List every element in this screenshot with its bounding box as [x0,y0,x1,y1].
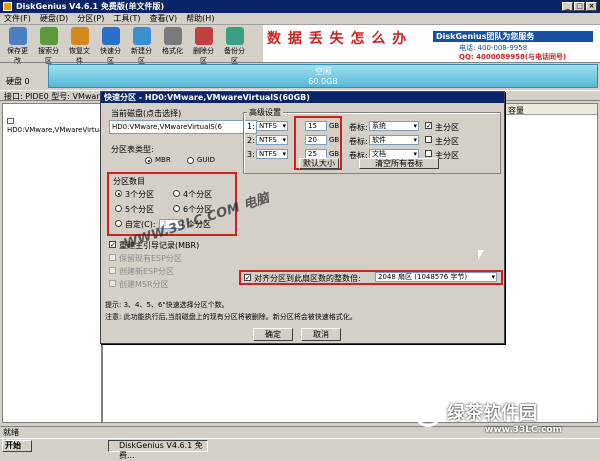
create-msr-checkbox[interactable] [109,280,116,287]
minimize-button[interactable]: _ [562,2,573,11]
guid-label: GUID [197,156,216,164]
menu-disk[interactable]: 硬盘(D) [40,14,68,23]
current-disk-label: 当前磁盘(点击选择) [111,109,182,118]
mouse-cursor-icon [478,250,484,260]
mbr-radio[interactable] [145,157,152,164]
column-capacity[interactable]: 容量 [508,105,524,116]
recover-icon [70,27,89,45]
disk-bar-status: 空闲 [315,67,331,76]
advanced-settings-title: 高级设置 [247,107,283,118]
search-partition-button[interactable]: 搜索分区 [35,27,62,66]
row-2-vol-select[interactable]: 软件 [369,135,419,145]
row-3-fs-select[interactable]: NTFS [256,149,288,159]
new-esp-checkbox[interactable] [109,267,116,274]
cancel-button[interactable]: 取消 [301,328,341,341]
row-2-primary-checkbox[interactable] [425,136,432,143]
row-1-fs-select[interactable]: NTFS [256,121,288,131]
menu-bar: 文件(F) 硬盘(D) 分区(P) 工具(T) 查看(V) 帮助(H) [0,13,600,25]
logo-url: www.33LC.com [485,425,562,435]
ad-banner[interactable]: 数 据 丢 失 怎 么 办 DiskGenius团队为您服务 电话: 400-0… [263,25,600,62]
search-icon [39,27,58,45]
app-icon [3,2,12,11]
create-msr-label: 创建MSR分区 [119,280,169,289]
keep-esp-checkbox[interactable] [109,254,116,261]
row-1-vol-select[interactable]: 系统 [369,121,419,131]
mbr-label: MBR [155,156,171,164]
clear-labels-button[interactable]: 清空所有卷标 [359,158,439,169]
tip-line-1: 提示: 3、4、5、6"快速选择分区个数。 [105,301,229,309]
tree-item-disk[interactable]: HD0:VMware,VMwareVirtualS [7,118,110,134]
taskbar-item-diskgenius[interactable]: DiskGenius V4.6.1 免费... [108,440,208,460]
count-4-label: 4个分区 [183,190,213,199]
disk-label: 硬盘 0 [6,77,30,86]
recover-files-button[interactable]: 恢复文件 [66,27,93,66]
table-type-label: 分区表类型: [111,145,154,154]
count-6-radio[interactable] [173,205,180,212]
format-button[interactable]: 格式化 [159,27,186,56]
align-label: 对齐分区到此扇区数的整数倍: [254,274,361,283]
disk-tree-pane: HD0:VMware,VMwareVirtualS [2,103,110,423]
banner-brand: DiskGenius团队为您服务 [433,31,593,42]
row-2-fs-select[interactable]: NTFS [256,135,288,145]
disk-icon [7,118,14,124]
quick-partition-icon [101,27,120,45]
row-2-vol-label: 卷标: [349,137,368,146]
row-3-number: 3: [247,150,255,159]
count-3-radio[interactable] [115,190,122,197]
new-esp-label: 创建新ESP分区 [119,267,174,276]
delete-partition-button[interactable]: 删除分区 [190,27,217,66]
menu-tools[interactable]: 工具(T) [113,14,140,23]
save-icon [8,27,27,45]
toolbar: 保存更改 搜索分区 恢复文件 快速分区 新建分区 格式化 删除分区 备份分区 [0,25,290,65]
default-size-button[interactable]: 默认大小 [299,158,339,169]
align-checkbox[interactable]: ✓ [244,274,251,282]
current-disk-field[interactable]: HD0:VMware,VMwareVirtualS(6 [109,120,257,134]
ok-button[interactable]: 确定 [253,328,293,341]
row-2-number: 2: [247,136,255,145]
start-button[interactable]: 开始 [2,440,32,452]
new-partition-button[interactable]: 新建分区 [128,27,155,66]
row-2-primary-label: 主分区 [435,137,459,146]
backup-icon [225,27,244,45]
menu-help[interactable]: 帮助(H) [186,14,214,23]
disk-bar-size: 60.0GB [308,77,338,86]
count-5-label: 5个分区 [125,205,155,214]
align-select[interactable]: 2048 扇区 (1048576 字节) [375,272,497,282]
rebuild-mbr-checkbox[interactable]: ✓ [109,241,116,249]
menu-view[interactable]: 查看(V) [149,14,177,23]
banner-slogan: 数 据 丢 失 怎 么 办 [267,31,408,47]
new-partition-icon [132,27,151,45]
count-5-radio[interactable] [115,205,122,212]
row-1-primary-checkbox[interactable]: ✓ [425,122,432,130]
guid-radio[interactable] [187,157,194,164]
site-logo: 绿茶软件园 www.33LC.com [415,395,595,445]
banner-qq: QQ: 4000089958(与电话同号) [459,53,567,61]
save-changes-button[interactable]: 保存更改 [4,27,31,66]
quick-partition-button[interactable]: 快速分区 [97,27,124,66]
disk-free-space-bar[interactable]: 空闲 60.0GB [48,64,598,88]
row-1-primary-label: 主分区 [435,123,459,132]
menu-file[interactable]: 文件(F) [4,14,31,23]
window-title-bar: DiskGenius V4.6.1 免费版(单文件版) _ □ × [0,0,600,13]
format-icon [163,27,182,45]
backup-partition-button[interactable]: 备份分区 [221,27,248,66]
row-3-primary-checkbox[interactable] [425,150,432,157]
logo-name: 绿茶软件园 [447,403,537,424]
close-button[interactable]: × [586,2,597,11]
quick-partition-dialog: 快速分区 - HD0:VMware,VMwareVirtualS(60GB) 当… [100,91,505,344]
partition-count-title: 分区数目 [113,177,145,186]
logo-swirl-icon [415,401,441,427]
menu-partition[interactable]: 分区(P) [77,14,104,23]
window-title: DiskGenius V4.6.1 免费版(单文件版) [16,2,165,11]
count-3-label: 3个分区 [125,190,155,199]
custom-count-radio[interactable] [115,220,122,227]
row-1-vol-label: 卷标: [349,123,368,132]
delete-icon [194,27,213,45]
row-1-number: 1: [247,122,255,131]
dialog-title: 快速分区 - HD0:VMware,VMwareVirtualS(60GB) [101,92,504,103]
maximize-button[interactable]: □ [574,2,585,11]
tip-line-2: 注意: 此功能执行后,当前磁盘上的现有分区将被删除。新分区将会被快速格式化。 [105,313,357,321]
keep-esp-label: 保留现有ESP分区 [119,254,182,263]
count-4-radio[interactable] [173,190,180,197]
